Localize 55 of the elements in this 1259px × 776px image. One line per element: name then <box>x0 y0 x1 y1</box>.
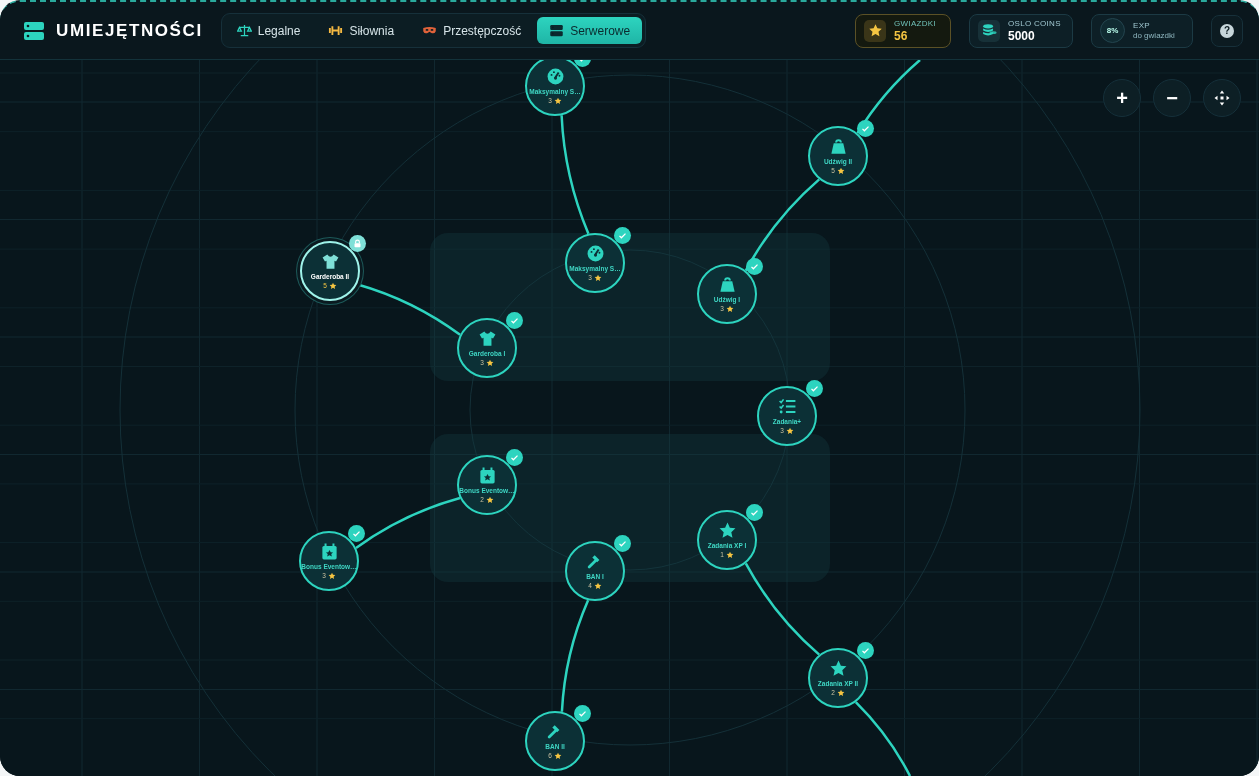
gauge-icon <box>545 66 565 86</box>
help-button[interactable]: ? <box>1211 14 1243 47</box>
calendar-icon <box>477 465 497 485</box>
star-icon <box>328 282 337 291</box>
star-icon <box>717 520 737 540</box>
weight-icon <box>717 274 737 294</box>
check-icon <box>510 453 519 462</box>
zoom-button[interactable]: − <box>1153 79 1191 117</box>
scale-icon <box>236 23 252 38</box>
check-icon <box>861 646 870 655</box>
check-icon <box>750 262 759 271</box>
server-icon <box>549 23 565 38</box>
star-icon <box>485 359 494 368</box>
check-icon <box>352 529 361 538</box>
zoom-button[interactable]: + <box>1103 79 1141 117</box>
calendar-icon <box>319 541 339 561</box>
tab[interactable]: Siłownia <box>316 17 407 44</box>
tab[interactable]: Przestępczość <box>410 17 534 44</box>
stat-value: 5000 <box>1008 29 1036 42</box>
stat-label: OSLO COINS <box>1008 19 1061 28</box>
page-title: UMIEJĘTNOŚCI <box>56 20 203 41</box>
check-icon <box>578 709 587 718</box>
tab[interactable]: Serwerowe <box>537 17 643 44</box>
star-icon <box>593 274 602 283</box>
stat-value: 56 <box>894 29 909 42</box>
check-icon <box>750 508 759 517</box>
star-icon <box>725 305 734 314</box>
star-icon <box>485 496 494 505</box>
move-icon <box>1213 89 1231 107</box>
checklist-icon <box>777 396 797 416</box>
star-icon <box>836 167 845 176</box>
check-icon <box>618 539 627 548</box>
star-icon <box>785 427 794 436</box>
star-icon <box>593 582 602 591</box>
star-icon <box>828 658 848 678</box>
star-icon <box>725 551 734 560</box>
recenter-button[interactable] <box>1203 79 1241 117</box>
tab[interactable]: Legalne <box>224 17 313 44</box>
star-icon <box>553 97 562 106</box>
progress-ring: 8% <box>1100 18 1125 43</box>
lock-icon <box>353 239 362 248</box>
dumbbell-icon <box>328 23 344 38</box>
star-icon <box>553 752 562 761</box>
check-icon <box>861 124 870 133</box>
check-icon <box>510 316 519 325</box>
check-icon <box>618 231 627 240</box>
stat-value: do gwiazdki <box>1133 31 1175 40</box>
check-icon <box>810 384 819 393</box>
stat-label: EXP <box>1133 21 1151 30</box>
weight-icon <box>828 136 848 156</box>
star-icon <box>327 572 336 581</box>
stat-label: GWIAZDKI <box>894 19 936 28</box>
star-icon <box>867 23 883 38</box>
gauge-icon <box>585 243 605 263</box>
star-icon <box>836 689 845 698</box>
